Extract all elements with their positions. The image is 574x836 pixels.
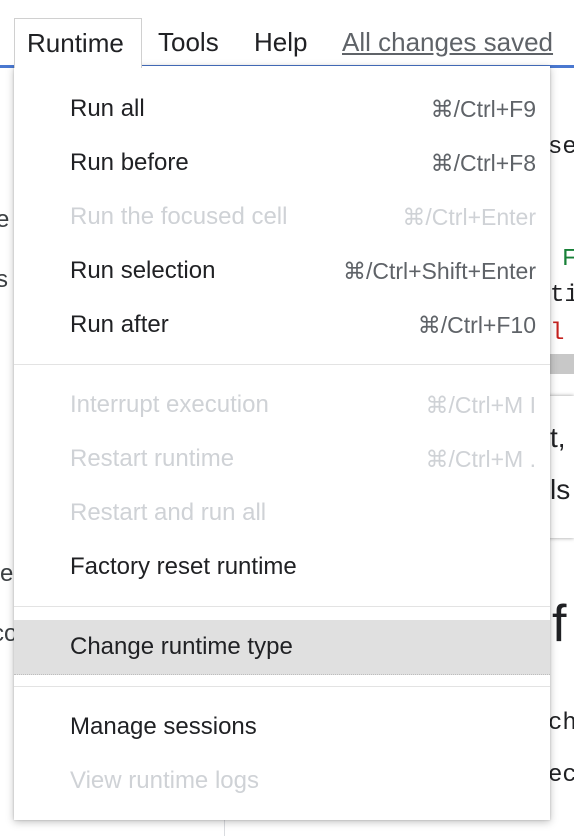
menu-separator [14,606,550,607]
text-fragment: ls [550,474,571,505]
menu-item-restart-runtime: Restart runtime ⌘/Ctrl+M . [14,432,550,486]
menu-item-label: Restart runtime [70,445,235,472]
menu-tools[interactable]: Tools [146,18,231,68]
menu-item-label: Restart and run all [70,499,267,526]
menu-item-change-runtime-type[interactable]: Change runtime type [14,620,550,675]
menu-item-run-focused-cell: Run the focused cell ⌘/Ctrl+Enter [14,190,550,244]
menu-help[interactable]: Help [242,18,319,68]
menu-item-label: Run selection [70,257,216,284]
menu-separator [14,364,550,365]
bg-left-fragment: re [0,560,14,587]
menu-item-label: Run before [70,149,189,176]
menu-item-run-selection[interactable]: Run selection ⌘/Ctrl+Shift+Enter [14,244,550,298]
code-fragment: se [548,134,574,161]
code-fragment: ec [548,762,574,789]
menu-item-label: Run the focused cell [70,203,288,230]
menu-item-label: Change runtime type [70,633,293,660]
menu-item-shortcut: ⌘/Ctrl+F8 [430,150,536,176]
menu-item-run-before[interactable]: Run before ⌘/Ctrl+F8 [14,136,550,190]
menu-item-label: Interrupt execution [70,391,269,418]
menu-item-shortcut: ⌘/Ctrl+M I [425,392,536,418]
menu-item-label: View runtime logs [70,767,259,794]
menu-item-label: Run after [70,311,169,338]
menu-item-shortcut: ⌘/Ctrl+F10 [417,312,536,338]
menu-item-label: Manage sessions [70,713,257,740]
menu-item-shortcut: ⌘/Ctrl+Enter [402,204,536,230]
menu-item-view-runtime-logs: View runtime logs [14,754,550,808]
menu-item-label: Factory reset runtime [70,553,297,580]
menu-item-factory-reset-runtime[interactable]: Factory reset runtime [14,540,550,594]
text-fragment: t, [550,422,566,453]
menu-item-shortcut: ⌘/Ctrl+Shift+Enter [342,258,536,284]
menu-item-interrupt-execution: Interrupt execution ⌘/Ctrl+M I [14,378,550,432]
menu-item-run-after[interactable]: Run after ⌘/Ctrl+F10 [14,298,550,352]
runtime-dropdown-menu: Run all ⌘/Ctrl+F9 Run before ⌘/Ctrl+F8 R… [14,66,550,820]
code-fragment: ch [548,710,574,737]
code-fragment: l [550,320,565,347]
heading-fragment: f [552,595,567,653]
menu-item-manage-sessions[interactable]: Manage sessions [14,700,550,754]
save-status-text[interactable]: All changes saved [342,27,553,57]
bg-left-fragment: e [0,206,10,233]
menu-separator [14,686,550,687]
code-fragment: F [562,246,574,273]
bg-left-fragment: s [0,266,8,293]
save-status-link[interactable]: All changes saved [330,18,565,68]
menu-item-label: Run all [70,95,145,122]
menu-item-shortcut: ⌘/Ctrl+F9 [430,96,536,122]
horizontal-scrollbar[interactable] [548,354,574,374]
code-fragment: ti [550,282,574,309]
menu-item-restart-and-run-all: Restart and run all [14,486,550,540]
menu-item-run-all[interactable]: Run all ⌘/Ctrl+F9 [14,82,550,136]
menu-item-shortcut: ⌘/Ctrl+M . [425,446,536,472]
menu-runtime[interactable]: Runtime [14,18,142,68]
output-card-fragment: t, ls [548,396,574,538]
notebook-title-fragment [0,0,574,10]
